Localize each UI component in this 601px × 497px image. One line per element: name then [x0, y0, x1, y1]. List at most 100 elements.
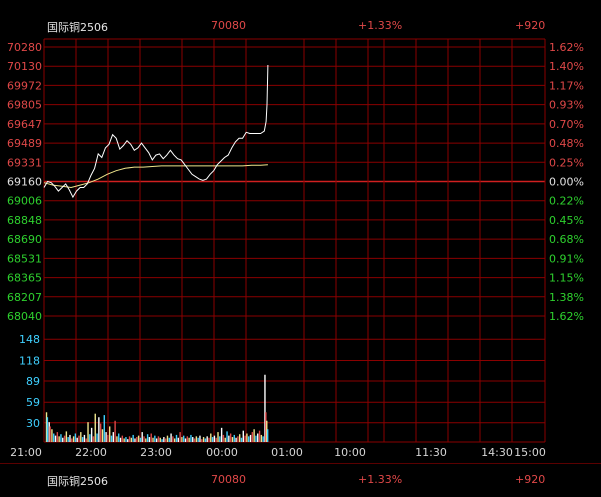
volume-bar — [143, 436, 145, 442]
volume-bar — [118, 433, 120, 442]
price-line — [43, 64, 269, 199]
volume-bar — [125, 437, 127, 442]
volume-bar — [116, 436, 118, 442]
volume-bar — [89, 434, 91, 442]
volume-bar — [128, 436, 131, 442]
volume-bar — [258, 430, 261, 442]
volume-bar — [56, 432, 59, 442]
volume-bar — [85, 438, 87, 442]
volume-bar — [170, 433, 172, 442]
percent-tick-label: 1.40% — [549, 60, 584, 73]
volume-bar — [164, 438, 167, 442]
volume-bar — [83, 434, 86, 442]
percent-tick-label: 0.25% — [549, 156, 584, 169]
volume-bar — [253, 429, 255, 442]
volume-bar — [172, 436, 174, 442]
volume-bar — [74, 433, 77, 442]
price-tick-label: 69006 — [7, 195, 42, 208]
volume-bar — [199, 435, 201, 442]
volume-bar — [103, 415, 105, 442]
volume-bar — [226, 431, 228, 442]
volume-bar — [121, 435, 124, 442]
volume-bar — [217, 432, 219, 442]
percent-tick-label: 0.91% — [549, 252, 584, 265]
price-tick-label: 69805 — [7, 99, 42, 112]
volume-bar — [159, 437, 161, 442]
volume-bar — [155, 438, 158, 442]
time-tick-label: 10:00 — [334, 446, 366, 459]
percent-tick-label: 1.15% — [549, 272, 584, 285]
volume-bar — [175, 434, 178, 442]
time-tick-label: 14:30 — [481, 446, 513, 459]
volume-bar — [130, 437, 133, 442]
volume-bar — [152, 437, 154, 442]
volume-bar — [92, 436, 95, 442]
volume-bar — [58, 436, 60, 442]
volume-bar — [168, 437, 170, 442]
volume-bar — [63, 435, 66, 442]
volume-bar — [248, 436, 250, 442]
time-tick-label: 00:00 — [206, 446, 238, 459]
volume-bar — [188, 437, 190, 442]
volume-bar — [213, 435, 216, 442]
volume-bar — [108, 426, 111, 442]
volume-bar — [80, 432, 82, 442]
volume-bar — [224, 437, 226, 442]
volume-bar — [94, 413, 96, 442]
percent-tick-label: 0.48% — [549, 137, 584, 150]
volume-bar — [101, 429, 104, 442]
last-price-bottom: 70080 — [211, 473, 246, 486]
instrument-name-bottom[interactable]: 国际铜2506 — [47, 473, 108, 489]
volume-bar — [114, 420, 116, 442]
volume-tick-label: 118 — [19, 354, 40, 367]
price-tick-label: 68848 — [7, 214, 42, 227]
volume-bar — [202, 437, 205, 442]
percent-tick-label: 0.68% — [549, 233, 584, 246]
volume-bar — [69, 434, 71, 442]
time-tick-label: 15:00 — [514, 446, 546, 459]
volume-bar — [220, 427, 223, 442]
volume-bar — [139, 437, 142, 442]
volume-bar — [231, 437, 234, 442]
volume-bar — [49, 426, 51, 442]
volume-bar — [201, 439, 203, 442]
volume-bar — [51, 429, 53, 442]
volume-bar — [136, 437, 138, 442]
percent-tick-label: 1.62% — [549, 41, 584, 54]
volume-bar — [105, 432, 107, 442]
volume-bar — [145, 438, 147, 442]
volume-bar — [266, 429, 269, 442]
volume-bar — [240, 437, 243, 442]
price-tick-label: 70130 — [7, 60, 42, 73]
volume-bar — [208, 437, 210, 442]
volume-tick-label: 59 — [26, 396, 40, 409]
volume-bar — [134, 438, 136, 442]
volume-bar — [246, 433, 248, 442]
volume-bar — [179, 432, 181, 442]
volume-bar — [157, 436, 160, 442]
volume-bar — [98, 417, 100, 442]
time-tick-label: 23:00 — [140, 446, 172, 459]
percent-tick-label: 1.38% — [549, 291, 584, 304]
volume-bar — [215, 437, 217, 442]
volume-bar — [251, 432, 254, 442]
percent-tick-label: 0.70% — [549, 118, 584, 131]
volume-bar — [222, 434, 225, 442]
volume-bar — [90, 427, 93, 442]
volume-bar — [46, 417, 49, 442]
volume-bar — [228, 435, 230, 442]
volume-bar — [107, 434, 109, 442]
volume-bar — [72, 436, 75, 442]
volume-bar — [96, 433, 98, 442]
volume-bar — [235, 437, 237, 442]
average-price-line — [43, 164, 268, 189]
time-tick-label: 11:30 — [415, 446, 447, 459]
time-tick-label: 22:00 — [75, 446, 107, 459]
volume-bar — [150, 433, 152, 442]
intraday-chart[interactable]: 70280 70130 69972 69805 69647 69489 69331 69160… — [0, 0, 601, 497]
volume-bar — [123, 438, 125, 442]
volume-bar — [141, 432, 143, 442]
volume-bar — [262, 436, 264, 442]
volume-bar — [255, 435, 257, 442]
change-percent-bottom: +1.33% — [358, 473, 403, 486]
